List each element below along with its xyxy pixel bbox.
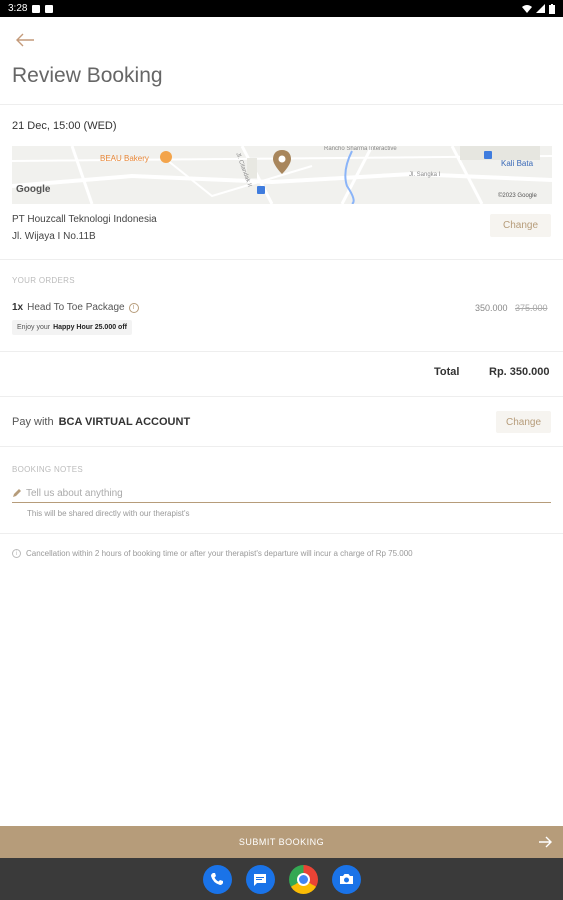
bus-stop-icon	[257, 186, 265, 194]
change-payment-button[interactable]: Change	[496, 411, 551, 433]
payment-prefix: Pay with	[12, 416, 54, 428]
chrome-icon[interactable]	[288, 864, 318, 894]
signal-icon	[536, 4, 545, 13]
camera-icon[interactable]	[331, 864, 361, 894]
submit-booking-button[interactable]: SUBMIT BOOKING	[0, 826, 563, 858]
location-address: Jl. Wijaya I No.11B	[12, 231, 96, 242]
order-original-price: 375.000	[515, 303, 548, 313]
promo-prefix: Enjoy your	[17, 324, 51, 331]
messages-icon[interactable]	[245, 864, 275, 894]
notes-helper-text: This will be shared directly with our th…	[27, 509, 190, 518]
restaurant-pin-icon	[160, 151, 172, 163]
divider	[0, 104, 563, 105]
booking-notes-input[interactable]	[26, 487, 526, 499]
map-copyright: ©2023 Google	[498, 193, 537, 199]
total-value: Rp. 350.000	[489, 366, 550, 378]
info-icon[interactable]: i	[128, 302, 139, 313]
payment-method-name: BCA VIRTUAL ACCOUNT	[58, 416, 191, 428]
submit-label: SUBMIT BOOKING	[238, 837, 325, 847]
wifi-icon	[522, 5, 532, 13]
battery-icon	[549, 3, 555, 14]
google-logo: Google	[16, 184, 51, 195]
notes-section-label: BOOKING NOTES	[12, 465, 84, 474]
promo-chip: Enjoy your Happy Hour 25.000 off	[12, 320, 132, 335]
divider	[0, 351, 563, 352]
order-item: 1x Head To Toe Package i	[12, 302, 139, 313]
info-icon: i	[12, 549, 21, 558]
pencil-icon	[13, 489, 21, 497]
notification-icon	[32, 4, 41, 13]
chrome-center	[296, 872, 310, 886]
status-bar: 3:28	[0, 0, 563, 17]
arrow-right-icon	[539, 836, 552, 848]
map-place-label: Rancho Sharma Interactive	[324, 146, 397, 152]
order-price: 350.000	[475, 303, 508, 313]
bus-stop-icon	[484, 151, 492, 159]
change-location-button[interactable]: Change	[490, 214, 551, 237]
map-street-label: Jl. Sangka I	[409, 172, 441, 178]
orders-section-label: YOUR ORDERS	[12, 276, 75, 285]
divider	[0, 259, 563, 260]
location-map[interactable]: BEAU Bakery Rancho Sharma Interactive Ka…	[12, 146, 552, 204]
back-arrow-icon[interactable]	[14, 31, 36, 49]
cancellation-note: i Cancellation within 2 hours of booking…	[12, 549, 413, 558]
notification-icon	[45, 4, 54, 13]
booking-datetime: 21 Dec, 15:00 (WED)	[12, 120, 117, 132]
location-pin-icon	[273, 150, 291, 174]
divider	[0, 446, 563, 447]
order-qty: 1x	[12, 302, 24, 313]
payment-method: Pay with BCA VIRTUAL ACCOUNT	[12, 416, 190, 428]
cancellation-text: Cancellation within 2 hours of booking t…	[26, 549, 413, 558]
promo-text: Happy Hour 25.000 off	[53, 324, 127, 331]
system-dock	[0, 858, 563, 900]
phone-icon[interactable]	[202, 864, 232, 894]
page-title: Review Booking	[12, 64, 163, 87]
total-label: Total	[434, 366, 460, 378]
map-place-label: BEAU Bakery	[100, 154, 149, 163]
divider	[0, 396, 563, 397]
location-name: PT Houzcall Teknologi Indonesia	[12, 214, 157, 225]
map-place-label: Kali Bata	[501, 159, 534, 168]
status-time: 3:28	[8, 3, 28, 14]
divider	[0, 533, 563, 534]
booking-notes-field[interactable]	[12, 484, 551, 503]
order-name: Head To Toe Package	[27, 302, 125, 313]
